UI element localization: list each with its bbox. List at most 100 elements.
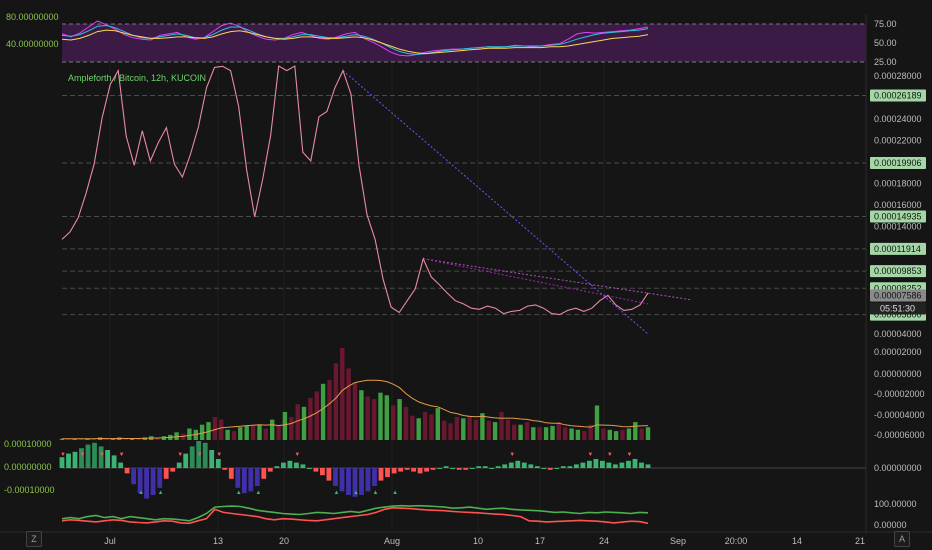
oscillator-buy-marker: ▲: [255, 490, 261, 496]
oscillator-bar: [593, 459, 599, 468]
oscillator-buy-marker: ▲: [392, 490, 398, 496]
oscillator-bar: [274, 466, 280, 468]
price-tick-label: 0.00018000: [874, 179, 922, 189]
oscillator-bar: [437, 468, 442, 469]
rsi-tick-label: 50.00: [874, 38, 897, 48]
volume-bar: [422, 411, 428, 440]
oscillator-bar: [294, 462, 299, 468]
volume-bar: [454, 417, 460, 440]
price-level-label: 0.00019906: [874, 158, 922, 168]
oscillator-bar: [72, 451, 78, 468]
volume-tick-label: 0.00002000: [874, 347, 922, 357]
oscillator-bar: [515, 460, 521, 468]
time-tick-label: Aug: [384, 536, 400, 546]
oscillator-bar: [443, 466, 449, 468]
volume-bar: [435, 408, 440, 440]
oscillator-bars: [59, 441, 866, 499]
oscillator-bar: [606, 462, 612, 468]
oscillator-bar: [241, 468, 247, 494]
volume-bar: [403, 406, 409, 440]
volume-bar: [645, 427, 651, 440]
oscillator-sell-marker: ▼: [80, 452, 86, 458]
oscillator-bar: [124, 468, 130, 474]
oscillator-bar: [580, 462, 586, 468]
oscillator-buy-marker: ▲: [353, 490, 359, 496]
volume-bar: [371, 399, 377, 440]
oscillator-buy-marker: ▲: [138, 490, 144, 496]
volume-bar: [410, 415, 415, 440]
oscillator-bar: [131, 468, 136, 485]
oscillator-bar: [528, 464, 534, 468]
oscillator-buy-marker: ▲: [373, 490, 379, 496]
volume-bar: [346, 368, 351, 440]
trendline-resistance: [423, 258, 691, 301]
volume-bar: [289, 417, 294, 440]
oscillator-bar: [430, 468, 436, 470]
oscillator-bar: [105, 450, 110, 468]
price-tick-label: 0.00016000: [874, 200, 922, 210]
volume-bar: [556, 422, 561, 440]
oscillator-bar: [495, 466, 501, 468]
oscillator-bar: [222, 468, 228, 470]
oscillator-bar: [333, 468, 338, 486]
trendline-inner: [423, 258, 649, 305]
oscillator-sell-marker: ▼: [60, 452, 66, 458]
volume-bar: [327, 379, 332, 440]
grid-layer: [109, 14, 867, 534]
time-tick-label: 17: [535, 536, 545, 546]
oscillator-bar: [619, 462, 625, 468]
volume-bar: [518, 424, 523, 440]
oscillator-bar: [626, 460, 631, 468]
price-tick-label: 0.00028000: [874, 71, 922, 81]
oscillator-bar: [372, 468, 377, 486]
oscillator-bar: [385, 468, 390, 477]
oscillator-bar: [215, 459, 221, 468]
volume-bar: [314, 391, 319, 440]
time-tick-label: 13: [213, 536, 223, 546]
volume-bar: [563, 427, 568, 440]
volume-bar: [613, 431, 619, 440]
volume-bar: [607, 429, 612, 440]
oscillator-bar: [320, 468, 325, 476]
oscillator-bar: [144, 468, 149, 499]
oscillator-bar: [574, 464, 579, 468]
time-tick-label: 24: [599, 536, 609, 546]
volume-bar: [225, 429, 230, 440]
oscillator-bar: [254, 468, 260, 486]
volume-bar: [320, 383, 326, 440]
oscillator-bar: [157, 468, 163, 488]
volume-ticks: 0.00002000 0.00000000 -0.00002000 -0.000040…: [874, 347, 925, 440]
oscillator-bar: [476, 466, 482, 468]
price-level-label: 0.00009853: [874, 266, 922, 276]
volume-bar: [282, 411, 288, 440]
volume-bar: [575, 429, 581, 440]
oscillator-bar: [378, 468, 384, 481]
oscillator-buy-marker: ▲: [236, 490, 242, 496]
oscillator-buy-marker: ▲: [333, 490, 339, 496]
volume-bar: [257, 424, 262, 440]
volume-bar: [244, 425, 249, 440]
time-tick-label: Jul: [104, 536, 116, 546]
a-icon[interactable]: A: [894, 531, 910, 547]
volume-bar: [543, 427, 549, 440]
volume-tick-label: -0.00004000: [874, 410, 925, 420]
oscillator-bar: [326, 468, 332, 481]
oscillator-bar: [85, 444, 91, 468]
volume-bar: [550, 425, 555, 440]
volume-bar: [480, 413, 485, 440]
time-tick-label: 20: [279, 536, 289, 546]
oscillator-sell-marker: ▼: [119, 452, 125, 458]
volume-bar: [270, 419, 275, 440]
oscillator-bar: [600, 460, 605, 468]
volume-tick-label: 0.00000000: [874, 369, 922, 379]
oscillator-sell-marker: ▼: [294, 452, 300, 458]
oscillator-bar: [313, 468, 319, 472]
volume-bar: [620, 429, 625, 440]
oscillator-bar: [189, 446, 195, 468]
volume-bar: [582, 431, 587, 440]
price-levels: [62, 94, 866, 316]
z-icon[interactable]: Z: [26, 531, 42, 547]
symbol-title: Ampleforth / Bitcoin, 12h, KUCOIN: [68, 73, 207, 83]
rsi-pane: 75.00 50.00 25.00 80.00000000 40.00000000: [6, 12, 897, 67]
oscillator-bar: [66, 453, 71, 468]
